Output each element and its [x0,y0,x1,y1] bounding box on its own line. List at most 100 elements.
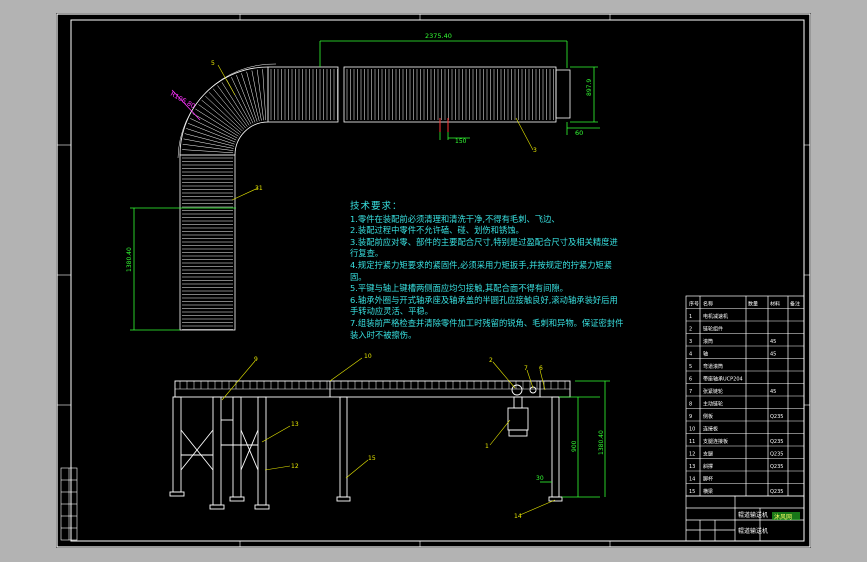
bom-cell: Q235 [770,439,783,445]
tech-req-line: 1.零件在装配前必须清理和清洗干净,不得有毛刺、飞边、 [350,213,560,224]
bom-cell: 弯道滚筒 [703,363,723,370]
dim-small-150: 150 [455,138,467,145]
bom-header-cell: 序号 [689,301,699,308]
curve-roller-line [182,143,234,151]
left-stamp-block [60,467,78,541]
balloon-10: 10 [364,353,372,360]
dim-length-top: 2375.40 [425,32,452,40]
curve-rollers [182,69,269,156]
bom-cell: 15 [689,489,695,495]
tech-req-line: 7.组装前严格检查并清除零件加工时残留的锐角、毛刺和异物。保证密封件 [350,317,624,328]
bom-cell: 10 [689,427,695,433]
bom-cell: 4 [689,352,692,358]
balloon-6: 6 [539,365,543,372]
curve-roller-line [183,138,234,149]
bom-cell: 13 [689,464,695,470]
balloon-9: 9 [254,356,258,363]
curve-roller-line [251,70,262,121]
curve-roller-line [241,73,258,122]
bom-table: 序号 名称 数量 材料 备注 1 电机减速机 2 链轮组件 3 滚筒 45 4 轴 45 5 弯道滚筒 6 带座轴承… [689,301,800,496]
tech-req-line: 装入时不被擦伤。 [350,329,417,340]
bom-header-cell: 数量 [748,301,758,308]
bom-cell: Q235 [770,414,783,420]
bom-cell: 12 [689,452,695,458]
center-marks [439,118,449,132]
tech-req-line: 4.规定拧紧力矩要求的紧固件,必须采用力矩扳手,并按规定的拧紧力矩紧 [350,259,613,270]
tech-req-line: 行复查。 [350,248,384,259]
bom-cell: 2 [689,327,692,333]
bom-cell: 链轮组件 [703,326,723,333]
balloon-31: 31 [255,185,263,192]
curve-roller-line [262,69,267,121]
leaders-side [221,357,556,516]
tech-req-line: 6.轴承外圈与开式轴承座及轴承盖的半圆孔应接触良好,滚动轴承装好后用 [350,294,618,305]
tech-req-title: 技术要求： [350,201,403,212]
bom-cell: 电机减速机 [703,313,728,320]
balloon-14: 14 [514,513,522,520]
bom-cell: 脚杯 [703,476,713,483]
bom-cell: 支腿连接板 [703,438,728,445]
dim-total-height: 1380.40 [598,430,605,455]
bom-cell: 3 [689,339,692,345]
vertical-section [179,154,236,331]
dim-small-60: 60 [575,129,583,137]
balloon-3: 3 [533,147,537,154]
dim-offset-30: 30 [536,475,544,482]
bom-cell: 45 [770,352,776,358]
bom-cell: 轴 [703,351,708,358]
bom-cell: 5 [689,364,692,370]
dim-width-right: 897.9 [586,79,593,96]
tech-req-line: 2.装配过程中零件不允许磕、碰、划伤和锈蚀。 [350,225,524,236]
bom-cell: 侧板 [703,413,713,420]
curve-roller-line [182,149,234,154]
leaders-top [217,64,534,201]
bom-cell: 9 [689,414,692,420]
bom-cell: 横梁 [703,488,713,495]
technical-requirements: 技术要求： 1.零件在装配前必须清理和清洗干净,不得有毛刺、飞边、 2.装配过程… [350,201,665,341]
bom-header-cell: 材料 [770,301,780,308]
straight-rollers [270,69,554,120]
balloon-5: 5 [211,60,215,67]
stamp-text: 沐风网 [774,513,792,521]
curve-roller-line [192,113,238,139]
bom-cell: 1 [689,314,692,320]
drawing-name: 辊道输送机 [738,511,768,519]
bom-cell: 7 [689,389,692,395]
bom-cell: 主动链轮 [703,401,723,408]
bom-cell: 支腿 [703,451,713,458]
bom-cell: 45 [770,389,776,395]
bom-cell: 6 [689,377,692,383]
bom-cell: 滚筒 [703,338,713,345]
bom-cell: 8 [689,402,692,408]
bom-cell: Q235 [770,464,783,470]
dim-radius: R106.80 [169,90,197,111]
vertical-rollers [182,157,233,330]
curve-roller-line [256,69,264,121]
bom-cell: Q235 [770,452,783,458]
tech-req-line: 5.平键与轴上键槽两侧面应均匀接触,其配合面不得有间隙。 [350,283,568,294]
tech-req-line: 固。 [350,271,367,282]
dim-leg-height: 900 [571,440,578,452]
tech-req-line: 3.装配前应对零、部件的主要配合尺寸,特别是过盈配合尺寸及相关精度进 [350,236,618,247]
dim-height-side: 1380.40 [126,247,133,272]
bom-cell: 带座轴承UCP204 [703,376,743,383]
tech-req-line: 手转动应灵活、平稳。 [350,306,433,317]
balloon-13: 13 [291,421,299,428]
balloon-15: 15 [368,455,376,462]
balloon-1: 1 [485,443,489,450]
bom-header-cell: 名称 [703,301,713,308]
bom-cell: 斜撑 [703,463,713,470]
curve-roller-line [186,128,235,145]
bom-cell: 张紧链轮 [703,388,723,395]
company-name: 辊道输送机 [738,527,768,535]
bom-header-cell: 备注 [790,301,800,308]
bom-cell: 45 [770,339,776,345]
bom-cell: Q235 [770,489,783,495]
balloon-2: 2 [489,357,493,364]
left-stand [169,396,270,510]
bom-cell: 连接板 [703,426,718,433]
side-roller-ticks [179,381,566,389]
balloon-7: 7 [524,365,528,372]
balloon-12: 12 [291,463,299,470]
straight-section [267,66,571,123]
